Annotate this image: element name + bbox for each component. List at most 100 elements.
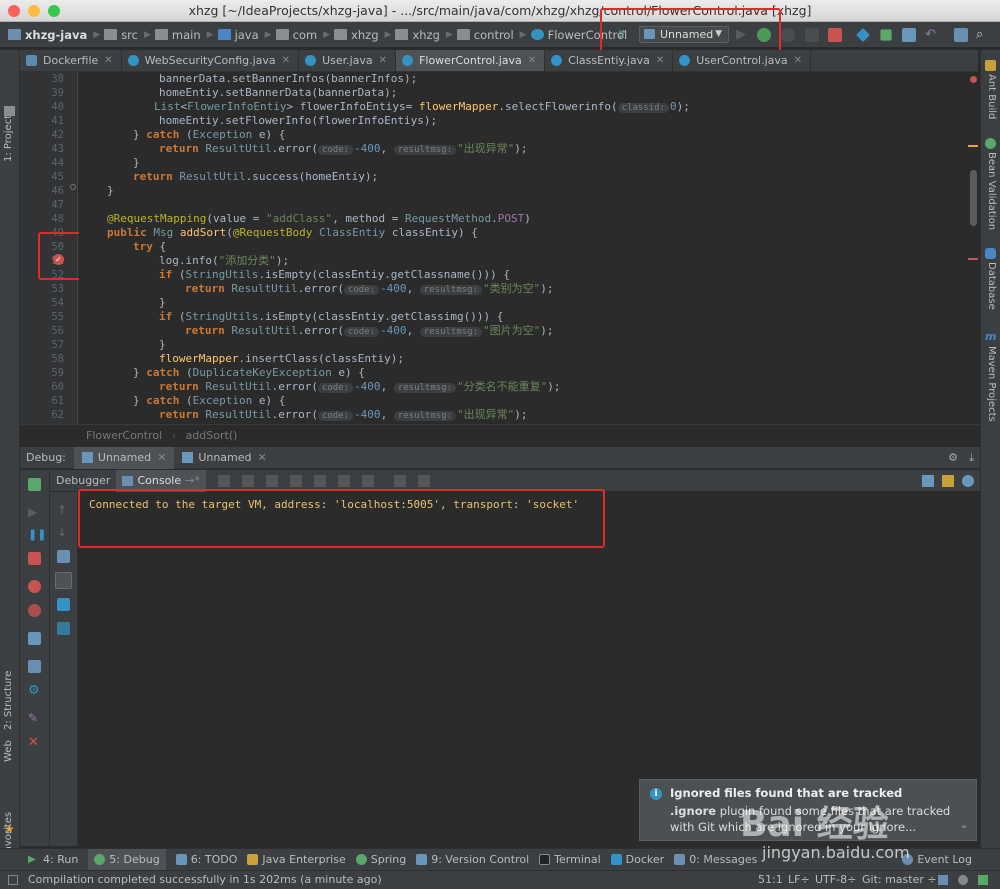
tab-websecurityconfig[interactable]: WebSecurityConfig.java ✕ (122, 50, 300, 71)
rerun-icon[interactable] (28, 478, 41, 491)
breadcrumb-xhzg-2[interactable]: xhzg ▶ (395, 28, 453, 42)
vcs-commit-icon[interactable] (880, 29, 892, 41)
toggle-tool-windows-icon[interactable] (8, 875, 18, 885)
debug-session-tab-1[interactable]: Unnamed ✕ (73, 446, 175, 469)
drop-frame-icon[interactable] (337, 474, 350, 487)
git-branch[interactable]: Git: master ÷ (862, 871, 937, 889)
pause-icon[interactable]: ❚❚ (28, 528, 46, 541)
tab-classentiy[interactable]: ClassEntiy.java ✕ (545, 50, 674, 71)
restore-layout-icon[interactable] (417, 474, 430, 487)
tool-spring[interactable]: Spring (355, 853, 406, 866)
view-breakpoints-icon[interactable] (28, 580, 41, 593)
force-step-into-icon[interactable] (289, 474, 302, 487)
profile-icon[interactable] (805, 28, 819, 42)
settings-gear-icon[interactable]: ⚙ (948, 451, 958, 464)
vcs-compare-icon[interactable] (902, 28, 916, 42)
breadcrumb-src[interactable]: src ▶ (104, 28, 151, 42)
stop-icon[interactable] (828, 28, 842, 42)
close-window-button[interactable] (8, 5, 20, 17)
tool-messages[interactable]: 0: Messages (674, 853, 757, 866)
step-out-icon[interactable] (313, 474, 326, 487)
layout-icon[interactable] (922, 474, 934, 487)
tool-window-ant-build[interactable]: Ant Build (986, 74, 997, 119)
code-editor[interactable]: bannerData.setBannerInfos(bannerInfos); … (79, 72, 980, 424)
tool-window-bean-validation[interactable]: Bean Validation (986, 152, 997, 230)
warning-marker[interactable] (968, 145, 978, 147)
tab-user[interactable]: User.java ✕ (299, 50, 397, 71)
close-tab-icon[interactable]: ✕ (104, 55, 112, 66)
evaluate-expression-icon[interactable] (393, 474, 406, 487)
inspector-icon[interactable] (958, 875, 968, 885)
breadcrumb-control[interactable]: control ▶ (456, 28, 527, 42)
footer-class[interactable]: FlowerControl (86, 429, 162, 442)
tool-version-control[interactable]: 9: Version Control (416, 853, 529, 866)
error-marker[interactable] (968, 258, 978, 260)
tool-docker[interactable]: Docker (610, 853, 664, 866)
footer-method[interactable]: addSort() (186, 429, 238, 442)
breadcrumb-main[interactable]: main ▶ (154, 28, 214, 42)
error-status-icon[interactable] (970, 76, 977, 83)
close-icon[interactable]: ✕ (28, 736, 41, 749)
up-arrow-icon[interactable]: ↑ (57, 504, 70, 517)
pin-icon[interactable]: ✎ (28, 712, 41, 725)
scroll-to-end-icon[interactable] (55, 572, 72, 589)
debug-session-tab-2[interactable]: Unnamed ✕ (174, 447, 274, 469)
tab-debugger[interactable]: Debugger (50, 474, 116, 487)
minimize-window-button[interactable] (28, 5, 40, 17)
close-tab-icon[interactable]: ✕ (157, 451, 166, 464)
mute-breakpoints-icon[interactable] (28, 604, 41, 617)
close-tab-icon[interactable]: ✕ (794, 55, 802, 66)
project-structure-icon[interactable] (954, 28, 968, 42)
tab-flowercontrol[interactable]: FlowerControl.java ✕ (396, 50, 546, 71)
tool-window-web[interactable]: Web (3, 740, 14, 762)
event-icon[interactable] (978, 875, 988, 885)
tool-run[interactable]: ▶ 4: Run (28, 853, 78, 866)
step-over-icon[interactable] (241, 474, 254, 487)
camera-icon[interactable] (28, 632, 41, 645)
print-icon[interactable] (57, 598, 70, 611)
tool-window-project[interactable]: 1: Project (3, 115, 14, 162)
close-tab-icon[interactable]: ✕ (258, 451, 267, 464)
threads-icon[interactable] (962, 474, 974, 487)
coverage-icon[interactable] (781, 28, 795, 42)
settings-gear-icon[interactable]: ⚙ (28, 684, 41, 697)
close-tab-icon[interactable]: ✕ (379, 55, 387, 66)
breadcrumb-xhzg[interactable]: xhzg ▶ (334, 28, 391, 42)
zoom-window-button[interactable] (48, 5, 60, 17)
soft-wrap-icon[interactable] (57, 550, 70, 563)
search-everywhere-icon[interactable]: ⌕ (976, 28, 990, 42)
breadcrumb-java[interactable]: java ▶ (217, 28, 272, 42)
close-tab-icon[interactable]: ✕ (656, 55, 664, 66)
tool-window-database[interactable]: Database (986, 262, 997, 310)
memory-view-icon[interactable] (942, 474, 954, 487)
tool-window-structure[interactable]: 2: Structure (3, 671, 14, 730)
tool-java-enterprise[interactable]: Java Enterprise (247, 853, 346, 866)
tool-terminal[interactable]: Terminal (539, 853, 601, 866)
revert-icon[interactable]: ↶ (925, 28, 939, 42)
down-arrow-icon[interactable]: ↓ (57, 526, 70, 539)
file-encoding[interactable]: UTF-8÷ (815, 871, 856, 889)
step-into-icon[interactable] (265, 474, 278, 487)
breadcrumb-com[interactable]: com ▶ (275, 28, 330, 42)
breadcrumb-project[interactable]: xhzg-java ▶ (8, 28, 100, 42)
close-tab-icon[interactable]: ✕ (528, 55, 536, 66)
chevron-down-icon[interactable]: ⌄ (960, 820, 968, 831)
editor-scrollbar[interactable] (970, 170, 977, 226)
hide-panel-icon[interactable]: ⤓ (969, 451, 974, 465)
tool-debug[interactable]: 5: Debug (88, 848, 166, 871)
clear-all-icon[interactable] (57, 622, 70, 635)
line-separator[interactable]: LF÷ (788, 871, 810, 889)
show-execution-point-icon[interactable] (217, 474, 230, 487)
tool-todo[interactable]: 6: TODO (175, 853, 237, 866)
restore-layout-icon[interactable] (28, 660, 41, 673)
tab-usercontrol[interactable]: UserControl.java ✕ (673, 50, 812, 71)
tool-window-maven-projects[interactable]: Maven Projects (986, 346, 997, 422)
run-to-cursor-icon[interactable] (361, 474, 374, 487)
stop-icon[interactable] (28, 552, 41, 565)
tool-event-log[interactable]: Event Log (902, 853, 972, 866)
lock-icon[interactable] (938, 875, 948, 885)
close-tab-icon[interactable]: ✕ (282, 55, 290, 66)
caret-position[interactable]: 51:1 (758, 871, 783, 889)
tab-dockerfile[interactable]: Dockerfile ✕ (20, 50, 122, 71)
resume-icon[interactable]: ▶ (28, 506, 41, 519)
